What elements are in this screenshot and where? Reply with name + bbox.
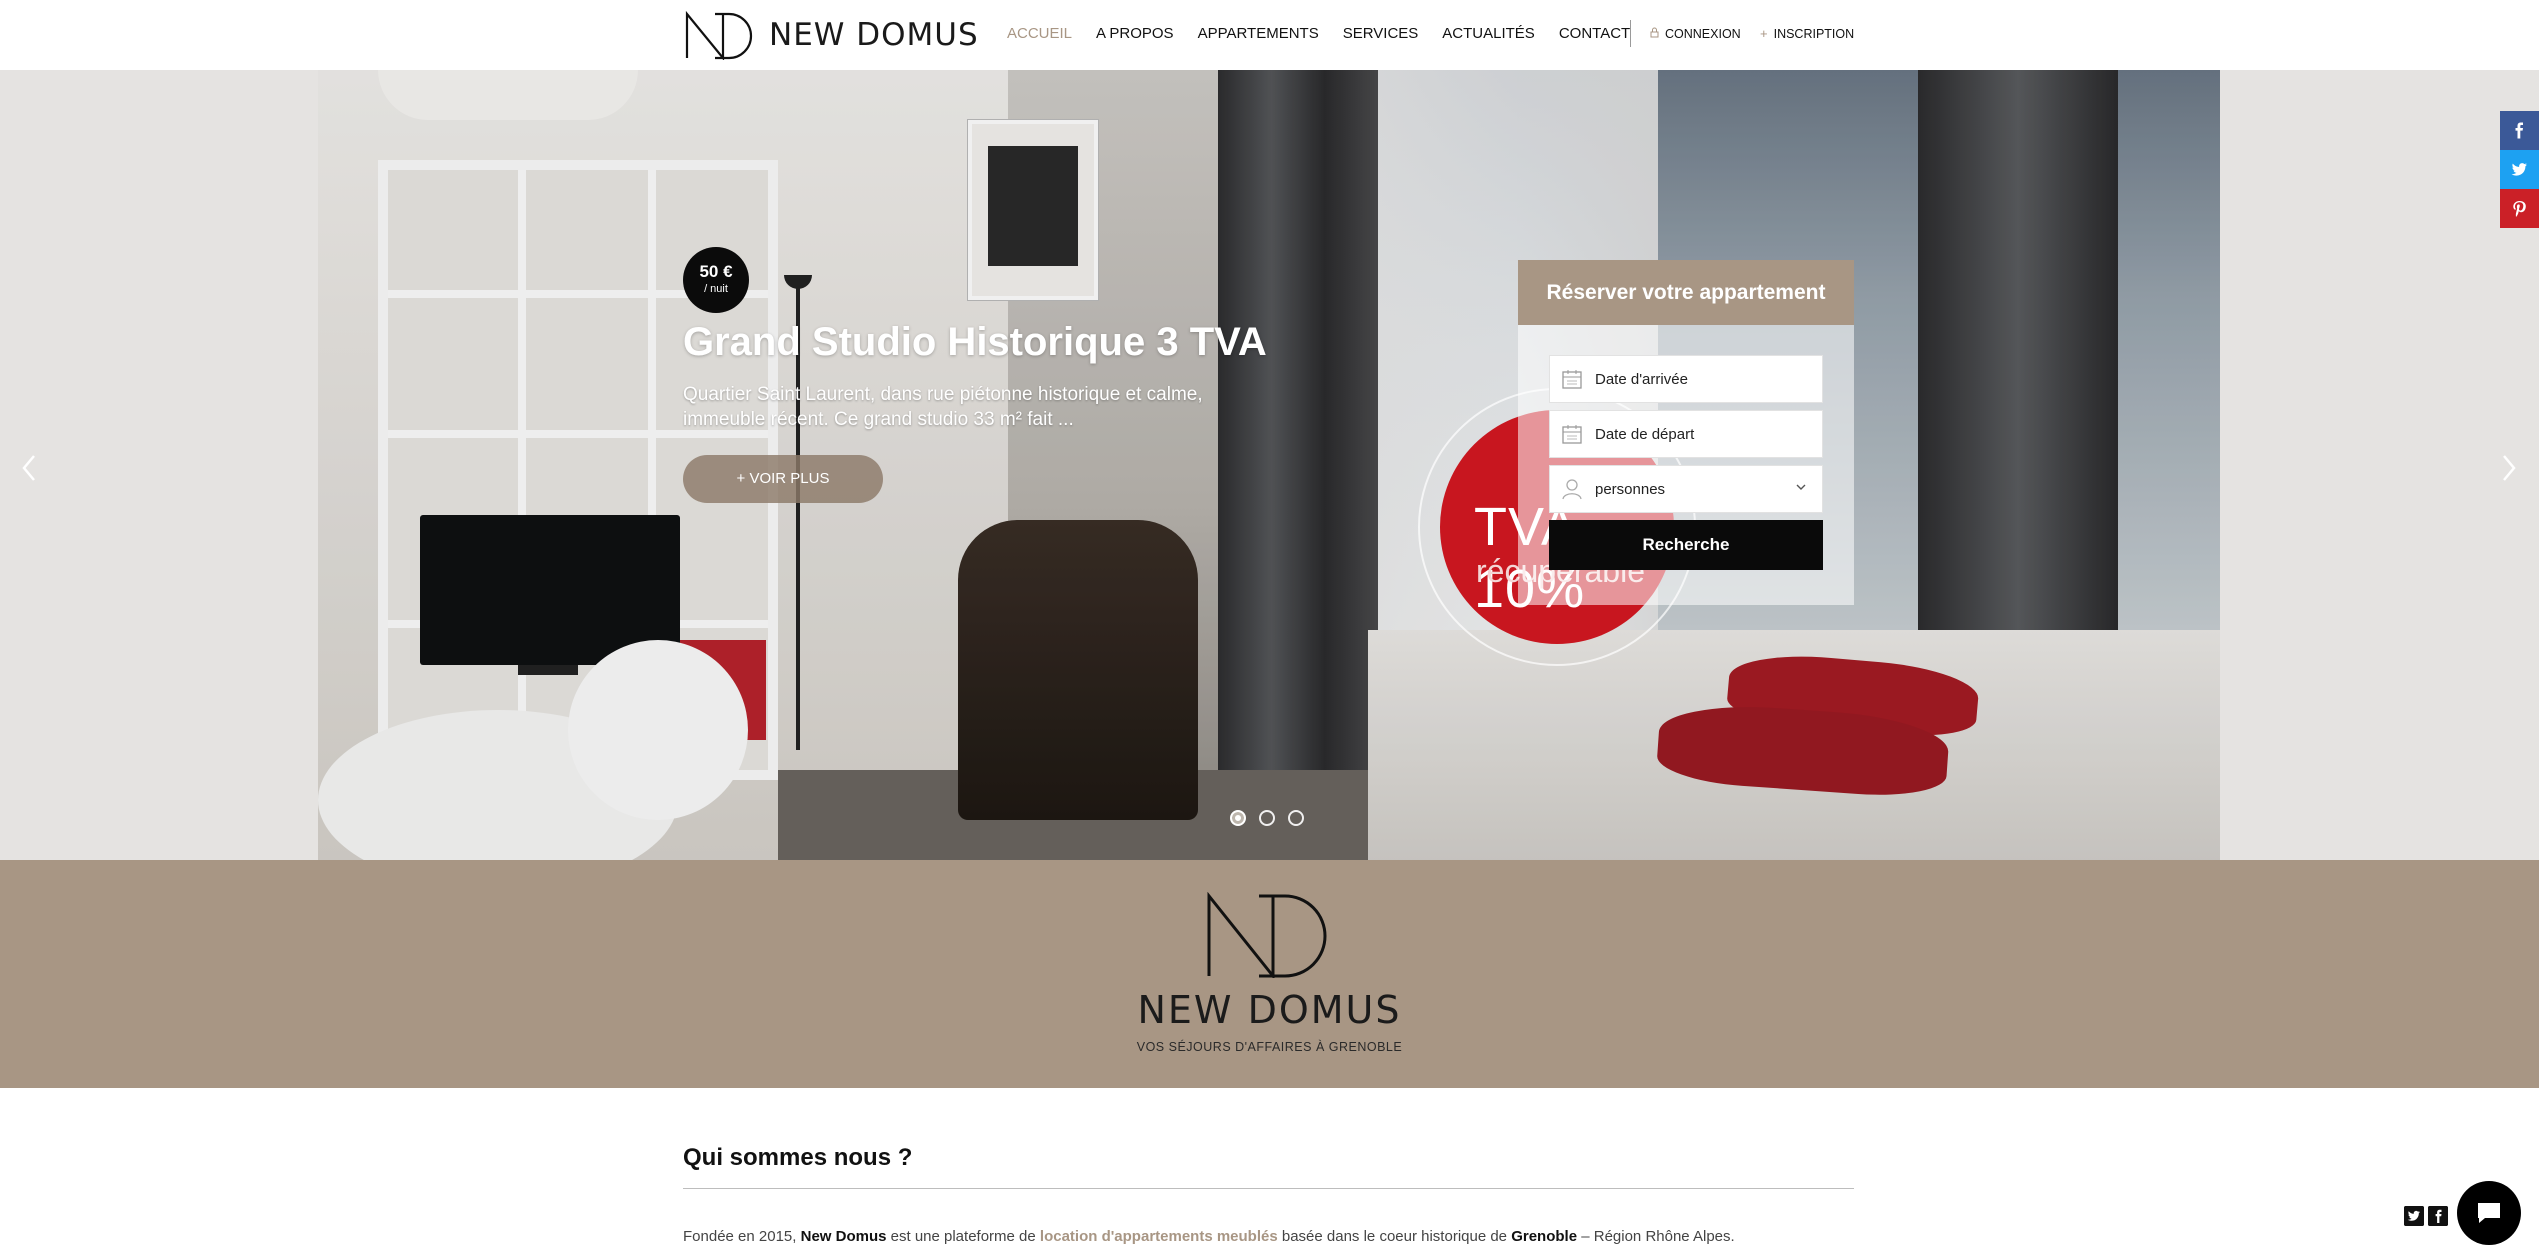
twitter-icon[interactable]: [2404, 1206, 2424, 1226]
booking-form: Réserver votre appartement Date d'arrivé…: [1518, 260, 1854, 605]
voir-plus-button[interactable]: + VOIR PLUS: [683, 455, 883, 503]
band-brand-name: NEW DOMUS: [1137, 988, 1402, 1032]
nav-item-appartements[interactable]: APPARTEMENTS: [1198, 25, 1319, 42]
site-header: NEW DOMUS ACCUEIL A PROPOS APPARTEMENTS …: [0, 0, 2539, 70]
arrival-date-placeholder: Date d'arrivée: [1595, 370, 1688, 388]
slider-dot-2[interactable]: [1259, 810, 1275, 826]
guests-label: personnes: [1595, 480, 1666, 498]
facebook-icon: [2515, 122, 2523, 139]
about-divider: [683, 1188, 1854, 1189]
band-tagline: VOS SÉJOURS D'AFFAIRES À GRENOBLE: [1136, 1040, 1403, 1054]
slider-next-arrow-icon[interactable]: [2494, 448, 2524, 488]
calendar-icon: [1562, 425, 1582, 444]
departure-date-field[interactable]: Date de départ: [1549, 410, 1823, 458]
nav-item-a-propos[interactable]: A PROPOS: [1096, 25, 1174, 42]
booking-title: Réserver votre appartement: [1518, 260, 1854, 325]
search-button[interactable]: Recherche: [1549, 520, 1823, 570]
nav-item-services[interactable]: SERVICES: [1343, 25, 1419, 42]
about-city-bold: Grenoble: [1511, 1228, 1578, 1245]
chat-icon: [2478, 1203, 2500, 1223]
signup-link[interactable]: + INSCRIPTION: [1760, 26, 1854, 41]
hero-description: Quartier Saint Laurent, dans rue piétonn…: [683, 384, 1203, 430]
logo-text: NEW DOMUS: [769, 17, 979, 53]
plus-icon: +: [1760, 26, 1768, 41]
facebook-icon[interactable]: [2428, 1206, 2448, 1226]
nav-item-actualites[interactable]: ACTUALITÉS: [1442, 25, 1535, 42]
site-logo[interactable]: NEW DOMUS: [683, 10, 979, 60]
logo-mark-icon: [685, 10, 753, 60]
nav-divider: [1630, 20, 1631, 47]
about-rental-link[interactable]: location d'appartements meublés: [1040, 1228, 1278, 1245]
user-icon: [1562, 479, 1582, 500]
about-title: Qui sommes nous ?: [683, 1144, 913, 1171]
nav-item-accueil[interactable]: ACCUEIL: [1007, 25, 1072, 42]
hero-slider: 50 € / nuit Grand Studio Historique 3 TV…: [0, 70, 2539, 860]
brand-band: NEW DOMUS VOS SÉJOURS D'AFFAIRES À GRENO…: [0, 860, 2539, 1088]
chevron-down-icon: [1796, 484, 1806, 490]
about-brand-bold: New Domus: [800, 1228, 887, 1245]
calendar-icon: [1562, 370, 1582, 389]
photo-overlay: [318, 70, 2220, 860]
signup-label: INSCRIPTION: [1773, 26, 1855, 41]
facebook-share-button[interactable]: [2500, 111, 2539, 150]
pinterest-icon: [2513, 201, 2526, 217]
twitter-share-button[interactable]: [2500, 150, 2539, 189]
slider-dot-1[interactable]: [1230, 810, 1246, 826]
lock-icon: [1650, 26, 1659, 41]
about-text-part: basée dans le coeur historique de: [1277, 1228, 1512, 1245]
chat-widget-button[interactable]: [2457, 1181, 2521, 1245]
departure-date-placeholder: Date de départ: [1595, 425, 1695, 443]
pinterest-share-button[interactable]: [2500, 189, 2539, 228]
price-amount: 50 €: [699, 262, 733, 281]
arrival-date-field[interactable]: Date d'arrivée: [1549, 355, 1823, 403]
about-text-part: Fondée en 2015,: [683, 1228, 801, 1245]
about-text-part: est une plateforme de: [886, 1228, 1040, 1245]
about-text-part: – Région Rhône Alpes.: [1577, 1228, 1735, 1245]
main-nav: ACCUEIL A PROPOS APPARTEMENTS SERVICES A…: [1007, 25, 1630, 42]
guests-select[interactable]: personnes: [1549, 465, 1823, 513]
price-badge: 50 € / nuit: [683, 247, 749, 313]
slider-prev-arrow-icon[interactable]: [14, 448, 44, 488]
twitter-icon: [2511, 163, 2527, 176]
logo-mark-icon: [1207, 892, 1327, 978]
hero-title: Grand Studio Historique 3 TVA: [683, 320, 1267, 364]
login-label: CONNEXION: [1665, 26, 1741, 41]
price-unit: / nuit: [704, 283, 728, 295]
nav-item-contact[interactable]: CONTACT: [1559, 25, 1630, 42]
about-text: Fondée en 2015, New Domus est une platef…: [683, 1228, 1735, 1245]
slider-dots: [1230, 810, 1304, 826]
slider-dot-3[interactable]: [1288, 810, 1304, 826]
login-link[interactable]: CONNEXION: [1650, 26, 1741, 41]
